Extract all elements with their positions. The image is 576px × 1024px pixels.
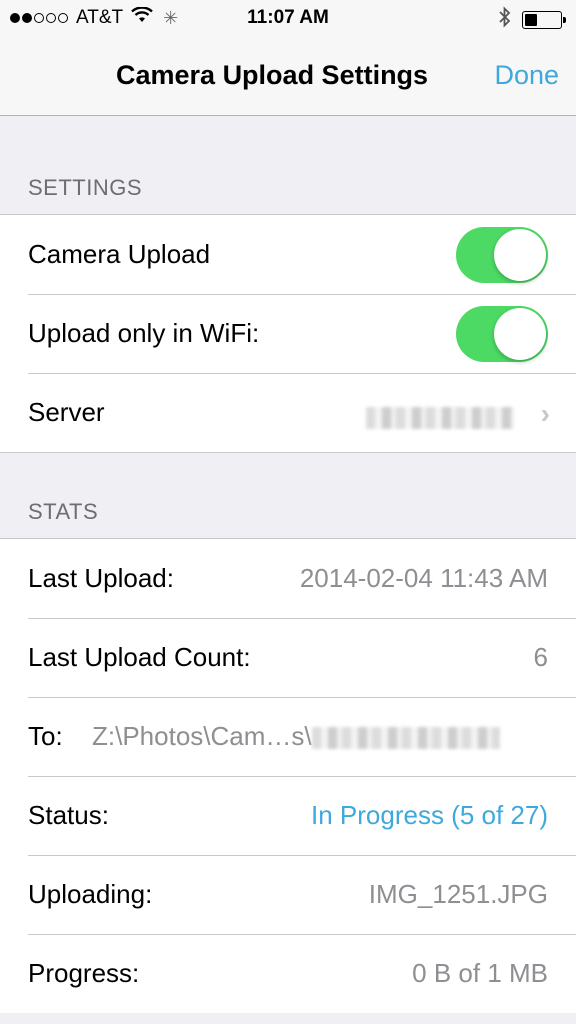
done-button[interactable]: Done xyxy=(494,60,559,91)
last-count-row: Last Upload Count: 6 xyxy=(0,618,576,697)
uploading-value: IMG_1251.JPG xyxy=(368,879,548,909)
toggle-knob xyxy=(494,308,546,360)
camera-upload-toggle[interactable] xyxy=(456,227,548,283)
status-label: Status: xyxy=(28,800,109,830)
toggle-knob xyxy=(494,229,546,281)
wifi-only-toggle[interactable] xyxy=(456,306,548,362)
destination-path: Z:\Photos\Cam…s\ xyxy=(92,721,312,751)
wifi-only-label: Upload only in WiFi: xyxy=(28,318,260,348)
destination-value: Z:\Photos\Cam…s\ xyxy=(92,721,500,752)
bluetooth-icon xyxy=(498,6,512,34)
status-bar: AT&T ✳ 11:07 AM xyxy=(0,0,576,38)
camera-upload-row: Camera Upload xyxy=(0,215,576,294)
uploading-row: Uploading: IMG_1251.JPG xyxy=(0,855,576,934)
server-label: Server xyxy=(28,397,105,427)
last-upload-label: Last Upload: xyxy=(28,563,174,593)
status-right xyxy=(498,6,566,34)
uploading-label: Uploading: xyxy=(28,879,153,909)
battery-level xyxy=(525,14,537,26)
navigation-bar: Camera Upload Settings Done xyxy=(0,38,576,116)
status-value[interactable]: In Progress (5 of 27) xyxy=(311,800,548,831)
status-row: Status: In Progress (5 of 27) xyxy=(0,776,576,855)
status-time: 11:07 AM xyxy=(247,7,329,28)
last-upload-value: 2014-02-04 11:43 AM xyxy=(299,563,548,593)
last-count-value: 6 xyxy=(533,642,548,672)
battery-cap xyxy=(563,17,566,23)
server-value-redacted xyxy=(366,401,514,432)
page-title: Camera Upload Settings xyxy=(116,60,429,90)
server-row[interactable]: Server › xyxy=(0,373,576,452)
progress-value: 0 B of 1 MB xyxy=(412,958,548,988)
redacted-blur xyxy=(366,407,514,430)
wifi-only-row: Upload only in WiFi: xyxy=(0,294,576,373)
destination-label: To: xyxy=(28,721,63,751)
last-count-label: Last Upload Count: xyxy=(28,642,251,672)
settings-section-header: SETTINGS xyxy=(28,175,143,200)
last-upload-row: Last Upload: 2014-02-04 11:43 AM xyxy=(0,539,576,618)
battery-icon xyxy=(522,11,566,29)
progress-row: Progress: 0 B of 1 MB xyxy=(0,934,576,1013)
stats-section-header: STATS xyxy=(28,499,99,524)
stats-group: Last Upload: 2014-02-04 11:43 AM Last Up… xyxy=(0,538,576,1013)
camera-upload-label: Camera Upload xyxy=(28,239,211,269)
settings-group: Camera Upload Upload only in WiFi: Serve… xyxy=(0,214,576,453)
progress-label: Progress: xyxy=(28,958,140,988)
chevron-right-icon: › xyxy=(540,398,550,429)
destination-row: To: Z:\Photos\Cam…s\ xyxy=(0,697,576,776)
redacted-blur xyxy=(311,727,500,750)
